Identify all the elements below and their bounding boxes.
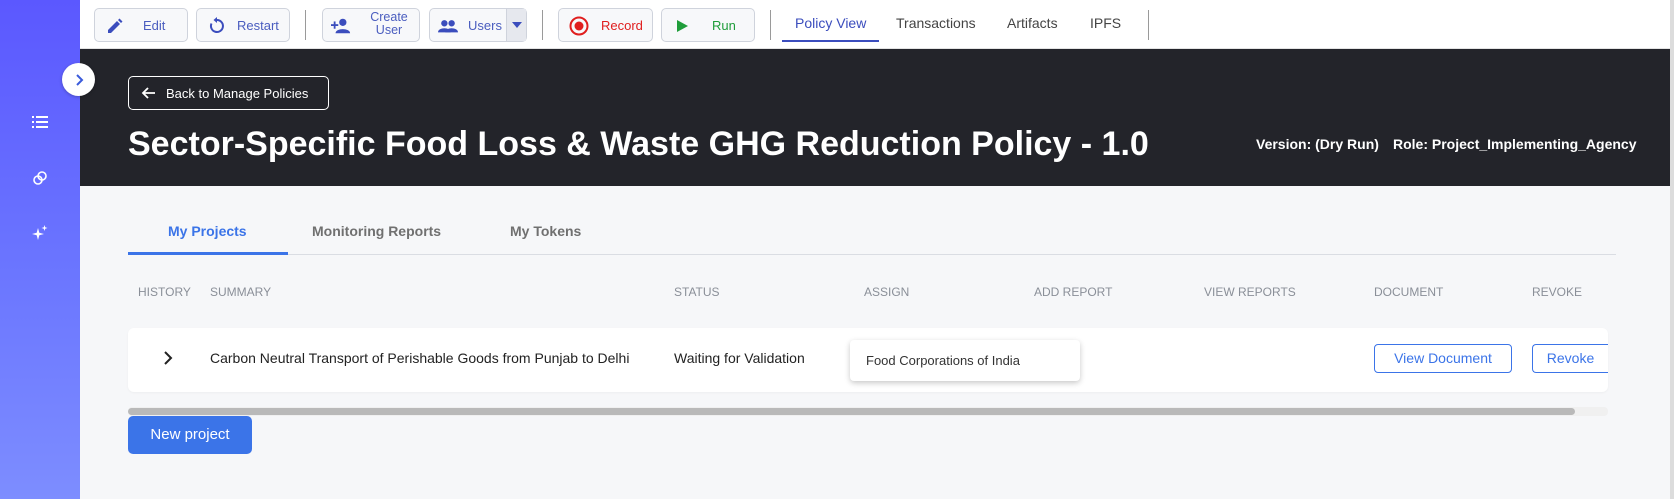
record-button[interactable]: Record [558,8,653,42]
project-summary: Carbon Neutral Transport of Perishable G… [210,350,630,366]
users-dropdown[interactable]: Users [429,8,527,42]
column-header-history: HISTORY [138,285,191,299]
pencil-icon [105,16,125,36]
toolbar-divider [305,10,306,40]
chevron-right-icon [75,73,83,86]
add-user-icon [331,16,351,36]
view-document-button[interactable]: View Document [1374,344,1512,373]
chevron-right-icon [164,351,173,365]
list-icon[interactable] [29,111,51,133]
link-icon[interactable] [29,167,51,189]
run-button[interactable]: Run [661,8,755,42]
users-icon [438,16,458,36]
active-tab-indicator [782,40,879,42]
create-user-label-line2: User [375,23,403,37]
column-header-summary: SUMMARY [210,285,272,299]
tab-ipfs[interactable]: IPFS [1090,15,1121,31]
tab-transactions[interactable]: Transactions [896,15,976,31]
back-label: Back to Manage Policies [166,86,309,101]
tab-policy-view[interactable]: Policy View [795,15,866,31]
project-status: Waiting for Validation [674,350,805,366]
edit-button[interactable]: Edit [94,8,188,42]
page-title: Sector-Specific Food Loss & Waste GHG Re… [128,125,1149,163]
tab-artifacts[interactable]: Artifacts [1007,15,1058,31]
back-to-manage-policies-button[interactable]: Back to Manage Policies [128,76,329,110]
column-header-status: STATUS [674,285,720,299]
assign-select[interactable]: Food Corporations of India [850,340,1080,381]
column-header-add-report: ADD REPORT [1034,285,1113,299]
new-project-button[interactable]: New project [128,416,252,454]
toolbar: Edit Restart Create User Users Record Ru… [80,0,1674,49]
version-label: Version: (Dry Run) [1256,136,1379,152]
record-label: Record [601,18,643,33]
assign-value: Food Corporations of India [866,353,1020,368]
edit-label: Edit [143,18,166,33]
policy-header: Back to Manage Policies Sector-Specific … [80,49,1674,186]
sparkle-icon[interactable] [29,222,51,244]
restart-button[interactable]: Restart [196,8,290,42]
sidebar-collapse-button[interactable] [62,63,95,96]
scrollbar-thumb[interactable] [128,408,1575,415]
column-header-view-reports: VIEW REPORTS [1204,285,1296,299]
record-icon [569,16,589,36]
column-header-assign: ASSIGN [864,285,910,299]
content-tabs: My Projects Monitoring Reports My Tokens [128,212,1616,255]
column-header-document: DOCUMENT [1374,285,1444,299]
expand-history-button[interactable] [158,348,178,368]
caret-down-icon[interactable] [506,9,526,41]
run-label: Run [712,18,736,33]
role-label: Role: Project_Implementing_Agency [1393,136,1637,152]
toolbar-divider [770,10,771,40]
revoke-button[interactable]: Revoke [1532,344,1608,373]
tab-my-projects[interactable]: My Projects [168,223,247,239]
vertical-scrollbar[interactable] [1670,0,1674,499]
column-header-revoke: REVOKE [1532,285,1583,299]
play-icon [672,16,692,36]
restart-icon [207,16,227,36]
table-row: Carbon Neutral Transport of Perishable G… [128,328,1608,392]
restart-label: Restart [237,18,279,33]
toolbar-divider [1148,10,1149,40]
create-user-button[interactable]: Create User [322,8,420,42]
create-user-label-line1: Create [370,10,408,24]
active-content-tab-indicator [128,252,288,255]
users-label: Users [468,18,502,33]
tab-my-tokens[interactable]: My Tokens [510,223,581,239]
tab-monitoring-reports[interactable]: Monitoring Reports [312,223,441,239]
arrow-left-icon [141,87,155,99]
toolbar-divider [542,10,543,40]
horizontal-scrollbar[interactable] [128,407,1608,416]
